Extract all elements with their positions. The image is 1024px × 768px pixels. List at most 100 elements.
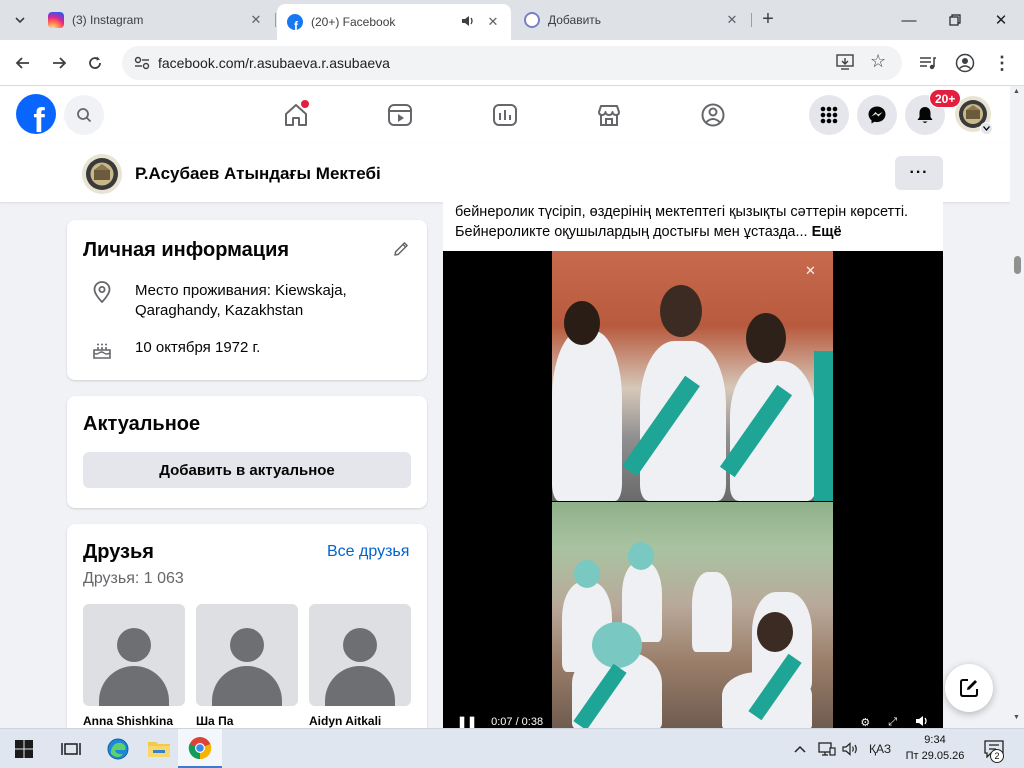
default-avatar-icon <box>196 604 298 706</box>
notification-count-badge: 2 <box>990 749 1004 763</box>
windows-taskbar: ҚАЗ 9:34 Пт 29.05.26 2 <box>0 728 1024 768</box>
fullscreen-icon[interactable]: ⤢ <box>888 716 897 729</box>
install-app-icon[interactable] <box>836 53 854 76</box>
site-info-icon[interactable] <box>132 53 152 73</box>
window-minimize-button[interactable]: — <box>886 0 932 40</box>
intro-title: Личная информация <box>83 239 290 261</box>
bookmark-star-icon[interactable]: ☆ <box>870 51 886 72</box>
friend-tile[interactable]: Aidyn Aitkali <box>309 604 411 728</box>
tab-facebook[interactable]: f (20+) Facebook ✕ <box>277 4 511 40</box>
friend-name[interactable]: Anna Shishkina <box>83 714 185 728</box>
search-icon[interactable] <box>64 95 104 135</box>
windows-start-icon[interactable] <box>2 729 46 768</box>
menu-grid-icon[interactable] <box>809 95 849 135</box>
reload-button[interactable] <box>81 49 109 77</box>
residence-text: Место проживания: Kiewskaja, Qaraghandy,… <box>135 282 347 319</box>
browser-tab-strip: (3) Instagram ✕ f (20+) Facebook ✕ Добав… <box>0 0 1024 40</box>
add-highlight-button[interactable]: Добавить в актуальное <box>83 452 411 488</box>
friend-tile[interactable]: Anna Shishkina <box>83 604 185 728</box>
birthday-row: 10 октября 1972 г. <box>91 338 375 360</box>
friends-count: Друзья: 1 063 <box>83 570 184 587</box>
tray-overflow-chevron-icon[interactable] <box>794 729 806 768</box>
highlights-title: Актуальное <box>83 413 201 435</box>
groups-icon[interactable] <box>698 100 728 130</box>
instagram-icon <box>48 12 64 28</box>
edge-browser-icon[interactable] <box>96 729 140 768</box>
back-button[interactable] <box>9 49 37 77</box>
friends-card: Друзья Все друзья Друзья: 1 063 Anna Shi… <box>67 524 427 744</box>
scroll-down-arrow-icon[interactable]: ▼ <box>1013 714 1020 721</box>
facebook-top-nav: f <box>0 86 1010 144</box>
input-language-indicator[interactable]: ҚАЗ <box>869 729 891 768</box>
default-avatar-icon <box>309 604 411 706</box>
browser-menu-icon[interactable]: ⋮ <box>990 51 1014 75</box>
location-pin-icon <box>91 281 113 303</box>
home-notification-dot <box>301 100 309 108</box>
friend-tile[interactable]: Ша Па <box>196 604 298 728</box>
url-text[interactable]: facebook.com/r.asubaeva.r.asubaeva <box>158 55 390 71</box>
new-tab-button[interactable]: + <box>756 8 780 32</box>
account-chevron-down-icon[interactable] <box>980 122 993 135</box>
residence-row: Место проживания: Kiewskaja, Qaraghandy,… <box>91 281 375 321</box>
edit-pencil-icon[interactable] <box>392 240 410 263</box>
feeds-icon[interactable] <box>490 100 520 130</box>
task-view-icon[interactable] <box>49 729 93 768</box>
clock-time: 9:34 <box>924 734 946 746</box>
tab-title: Добавить <box>548 13 602 27</box>
chrome-browser-icon[interactable] <box>178 729 222 768</box>
network-icon[interactable] <box>818 729 836 768</box>
facebook-icon: f <box>287 14 303 30</box>
profile-name[interactable]: Р.Асубаев Атындағы Мектебі <box>135 164 381 184</box>
video-frame-bottom <box>552 502 833 731</box>
tab-instagram[interactable]: (3) Instagram ✕ <box>38 4 276 36</box>
friend-name[interactable]: Ша Па <box>196 714 298 728</box>
friends-title: Друзья <box>83 541 154 563</box>
volume-tray-icon[interactable] <box>842 729 860 768</box>
intro-card: Личная информация Место проживания: Kiew… <box>67 220 427 380</box>
tab-close-icon[interactable]: ✕ <box>724 12 740 28</box>
see-all-friends-link[interactable]: Все друзья <box>327 543 409 561</box>
tab-close-icon[interactable]: ✕ <box>485 14 501 30</box>
add-page-icon <box>524 12 540 28</box>
see-more-link[interactable]: Ещё <box>812 224 842 240</box>
profile-avatar[interactable] <box>82 154 122 194</box>
window-close-button[interactable]: ✕ <box>978 0 1024 40</box>
address-bar[interactable]: facebook.com/r.asubaeva.r.asubaeva ☆ <box>122 46 902 80</box>
new-message-compose-button[interactable] <box>945 664 993 712</box>
friend-name[interactable]: Aidyn Aitkali <box>309 714 411 728</box>
marketplace-icon[interactable] <box>594 100 624 130</box>
page-scrollbar[interactable]: ▲ ▼ <box>1010 86 1024 728</box>
video-frame-top <box>552 251 833 501</box>
speaker-icon[interactable] <box>461 15 475 30</box>
tab-title: (20+) Facebook <box>311 15 396 29</box>
clock-date: Пт 29.05.26 <box>905 750 965 762</box>
browser-profile-icon[interactable] <box>953 51 977 75</box>
notifications-badge: 20+ <box>929 89 962 108</box>
file-explorer-icon[interactable] <box>137 729 181 768</box>
post-card: бейнеролик түсіріп, өздерінің мектептегі… <box>443 202 943 732</box>
forward-button[interactable] <box>45 49 73 77</box>
birthday-text: 10 октября 1972 г. <box>135 339 261 356</box>
tab-close-icon[interactable]: ✕ <box>248 12 264 28</box>
birthday-cake-icon <box>91 338 113 360</box>
highlights-card: Актуальное Добавить в актуальное <box>67 396 427 508</box>
taskbar-clock[interactable]: 9:34 Пт 29.05.26 <box>900 732 970 764</box>
pause-icon[interactable]: ❚❚ <box>457 715 477 729</box>
profile-more-button[interactable]: ··· <box>895 156 943 190</box>
home-icon[interactable] <box>281 100 311 130</box>
messenger-icon[interactable] <box>857 95 897 135</box>
video-icon[interactable] <box>385 100 415 130</box>
close-pip-icon[interactable]: ✕ <box>805 263 816 279</box>
video-player[interactable]: ✕ ❚❚ 0:07 / 0:38 ⚙ ⤢ <box>443 251 943 731</box>
video-time: 0:07 / 0:38 <box>491 716 544 728</box>
scroll-thumb[interactable] <box>1014 256 1021 274</box>
scroll-up-arrow-icon[interactable]: ▲ <box>1013 88 1020 95</box>
tab-title: (3) Instagram <box>72 13 144 27</box>
facebook-logo-icon[interactable]: f <box>16 94 56 134</box>
media-controls-icon[interactable] <box>916 51 940 75</box>
tab-add[interactable]: Добавить ✕ <box>514 4 752 36</box>
window-restore-button[interactable] <box>932 0 978 40</box>
browser-toolbar: facebook.com/r.asubaeva.r.asubaeva ☆ ⋮ <box>0 40 1024 86</box>
settings-gear-icon[interactable]: ⚙ <box>860 716 870 729</box>
tab-search-chevron-icon[interactable] <box>8 8 32 32</box>
